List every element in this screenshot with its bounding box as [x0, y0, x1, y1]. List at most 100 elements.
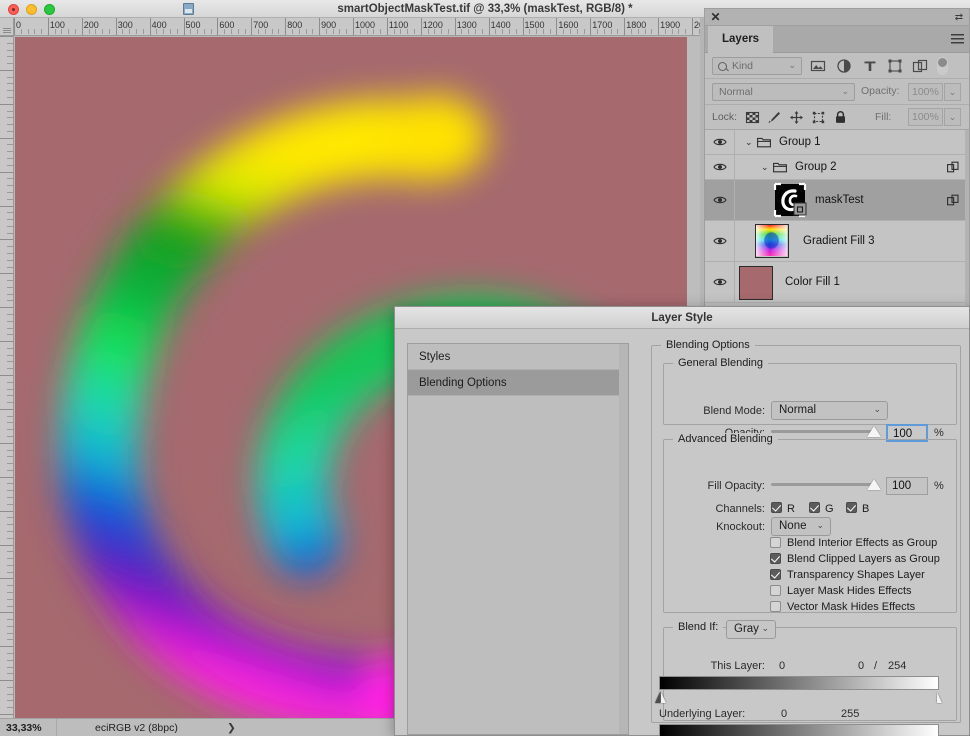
channel-g-checkbox[interactable] — [809, 502, 820, 513]
zoom-level[interactable]: 33,33% — [6, 719, 42, 736]
advanced-blending-title: Advanced Blending — [673, 433, 778, 445]
tab-layers[interactable]: Layers — [708, 26, 774, 53]
ruler-minor-tick — [461, 29, 463, 34]
layer-visibility-cell[interactable] — [705, 180, 735, 220]
underlying-layer-gradient-bar[interactable] — [659, 724, 939, 736]
eye-icon[interactable] — [713, 195, 727, 205]
image-filter-icon[interactable] — [810, 58, 826, 74]
layer-visibility-cell[interactable] — [705, 221, 735, 261]
ruler-origin-corner[interactable] — [0, 18, 14, 36]
layer-blend-mode-dropdown[interactable]: Normal ⌄ — [712, 83, 855, 101]
layer-row-color-fill-1[interactable]: Color Fill 1 — [705, 262, 969, 303]
fill-chevron-icon[interactable]: ⌄ — [944, 108, 961, 126]
ruler-minor-tick — [515, 29, 517, 34]
vector-mask-hides-effects-label: Vector Mask Hides Effects — [787, 601, 916, 613]
eye-icon[interactable] — [713, 162, 727, 172]
filter-kind-dropdown[interactable]: Kind ⌄ — [712, 57, 802, 75]
ruler-minor-tick — [7, 686, 13, 688]
opacity-slider-knob[interactable] — [867, 426, 881, 437]
ruler-minor-tick — [7, 185, 13, 187]
ruler-minor-tick — [7, 625, 13, 627]
channel-b-checkbox[interactable] — [846, 502, 857, 513]
layer-row-masktest[interactable]: maskTest — [705, 180, 969, 221]
styles-list[interactable]: Styles Blending Options — [407, 343, 629, 735]
layer-visibility-cell[interactable] — [705, 155, 735, 179]
lock-artboard-icon[interactable] — [811, 110, 826, 125]
smart-object-filter-icon[interactable] — [912, 58, 928, 74]
blend-clipped-layers-checkbox[interactable] — [770, 553, 781, 564]
ruler-minor-tick — [630, 29, 632, 34]
styles-list-item-styles[interactable]: Styles — [408, 344, 628, 370]
vector-mask-hides-effects-checkbox[interactable] — [770, 601, 781, 612]
transparency-shapes-layer-checkbox[interactable] — [770, 569, 781, 580]
ruler-minor-tick — [7, 402, 13, 404]
filter-enable-toggle[interactable] — [937, 57, 948, 75]
ruler-minor-tick — [508, 29, 510, 34]
blend-if-channel-dropdown[interactable]: Gray ⌄ — [726, 620, 776, 639]
styles-list-item-blending-options[interactable]: Blending Options — [408, 370, 628, 396]
knockout-dropdown[interactable]: None ⌄ — [771, 517, 831, 536]
ruler-major-tick — [0, 239, 13, 241]
layer-row-group-2[interactable]: ⌄ Group 2 — [705, 155, 969, 180]
ruler-minor-tick — [366, 29, 368, 34]
layer-visibility-cell[interactable] — [705, 262, 735, 302]
lock-all-icon[interactable] — [833, 110, 848, 125]
ruler-minor-tick — [7, 591, 13, 593]
eye-icon[interactable] — [713, 236, 727, 246]
layers-panel-scrollbar[interactable] — [965, 130, 969, 307]
panel-menu-icon[interactable] — [951, 34, 964, 45]
layer-list[interactable]: ⌄ Group 1 ⌄ Group 2 maskTest Gradient Fi… — [705, 130, 969, 307]
ruler-minor-tick — [7, 246, 13, 248]
eye-icon[interactable] — [713, 277, 727, 287]
close-icon[interactable]: ✕ — [710, 11, 721, 23]
ruler-minor-tick — [7, 90, 13, 92]
ruler-minor-tick — [7, 191, 13, 193]
layer-thumbnail-gradient[interactable] — [755, 224, 789, 258]
layer-thumbnail-color-fill[interactable] — [739, 266, 773, 300]
type-filter-icon[interactable] — [862, 58, 878, 74]
blend-interior-effects-checkbox[interactable] — [770, 537, 781, 548]
adjustment-filter-icon[interactable] — [836, 58, 852, 74]
layer-visibility-cell[interactable] — [705, 130, 735, 154]
fill-opacity-input[interactable]: 100 — [886, 477, 928, 495]
statusbar-chevron-icon[interactable]: ❯ — [227, 719, 236, 736]
ruler-label: 1600 — [558, 20, 579, 30]
this-layer-black-slider[interactable] — [655, 691, 666, 703]
blend-interior-effects-label: Blend Interior Effects as Group — [787, 537, 938, 549]
lock-image-icon[interactable] — [767, 110, 782, 125]
fill-opacity-slider[interactable] — [771, 483, 875, 486]
layer-row-gradient-fill-3[interactable]: Gradient Fill 3 — [705, 221, 969, 262]
ruler-minor-tick — [7, 259, 13, 261]
fill-opacity-slider-knob[interactable] — [867, 479, 881, 490]
fill-input[interactable]: 100% — [908, 108, 943, 126]
eye-icon[interactable] — [713, 137, 727, 147]
ruler-minor-tick — [203, 29, 205, 34]
filter-kind-label: Kind — [732, 60, 754, 72]
this-layer-gradient-bar[interactable] — [659, 676, 939, 690]
layer-opacity-value: 100% — [912, 86, 939, 98]
layer-mask-hides-effects-checkbox[interactable] — [770, 585, 781, 596]
shape-filter-icon[interactable] — [887, 58, 903, 74]
channel-r-checkbox[interactable] — [771, 502, 782, 513]
ruler-minor-tick — [108, 29, 110, 34]
ruler-minor-tick — [7, 361, 13, 363]
vertical-ruler[interactable] — [0, 36, 14, 736]
opacity-slider[interactable] — [771, 430, 875, 433]
ruler-minor-tick — [427, 29, 429, 34]
group-disclosure-icon[interactable]: ⌄ — [745, 137, 753, 147]
lock-transparency-icon[interactable] — [745, 110, 760, 125]
blend-mode-dropdown[interactable]: Normal ⌄ — [771, 401, 888, 420]
layer-opacity-input[interactable]: 100% — [908, 83, 943, 101]
this-layer-white-slider[interactable] — [931, 691, 942, 703]
ruler-minor-tick — [7, 158, 13, 160]
collapse-panel-icon[interactable]: ⇄ — [953, 12, 965, 23]
styles-list-scrollbar[interactable] — [619, 344, 628, 734]
layer-opacity-chevron-icon[interactable]: ⌄ — [944, 83, 961, 101]
lock-position-icon[interactable] — [789, 110, 804, 125]
group-disclosure-icon[interactable]: ⌄ — [761, 162, 769, 172]
ruler-minor-tick — [7, 178, 13, 180]
layer-thumbnail-masktest[interactable] — [771, 182, 809, 218]
this-layer-black-value: 0 — [779, 660, 786, 672]
horizontal-ruler[interactable]: 0 100 200 300 400 500 600 700 800 900 1000 1100 1200… — [14, 18, 700, 36]
layer-row-group-1[interactable]: ⌄ Group 1 — [705, 130, 969, 155]
